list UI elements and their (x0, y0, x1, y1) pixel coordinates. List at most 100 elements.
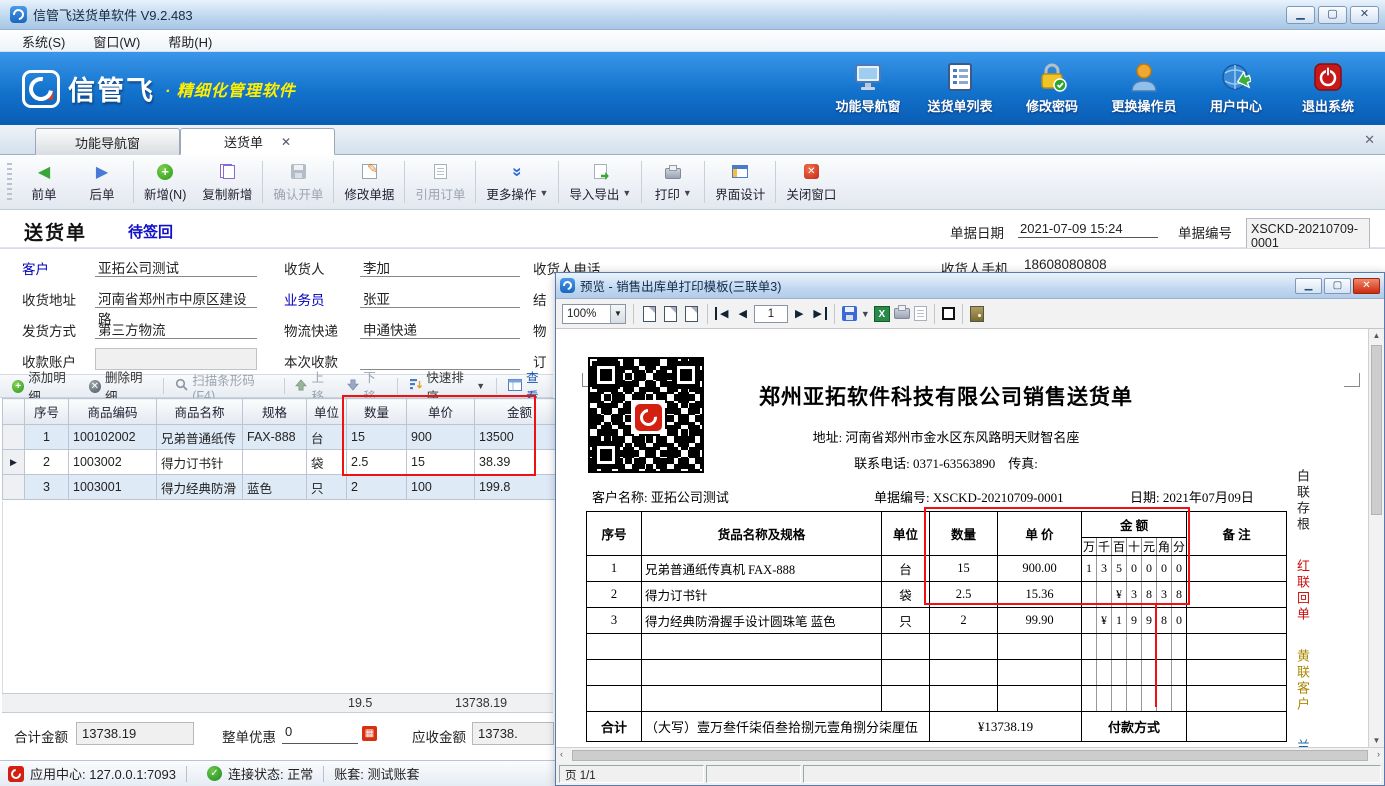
tab-nav-window[interactable]: 功能导航窗 (35, 128, 180, 155)
col-header[interactable]: 规格 (243, 399, 307, 425)
scroll-right-icon[interactable]: › (1377, 749, 1380, 759)
minimize-button[interactable]: ▁ (1286, 6, 1315, 24)
col-header[interactable]: 数量 (347, 399, 407, 425)
tab-delivery-order[interactable]: 送货单 ✕ (180, 128, 335, 155)
close-button[interactable]: ✕ (1350, 6, 1379, 24)
scrollbar-thumb[interactable] (1371, 345, 1382, 515)
cell-code[interactable]: 100102002 (69, 425, 157, 450)
col-header[interactable]: 单价 (407, 399, 475, 425)
preview-horizontal-scrollbar[interactable]: ‹ › (556, 747, 1384, 763)
row-selector[interactable] (3, 425, 25, 450)
col-header[interactable]: 金额 (475, 399, 565, 425)
cell-qty[interactable]: 2.5 (347, 450, 407, 475)
col-header[interactable]: 商品编码 (69, 399, 157, 425)
banner-action-exit[interactable]: 退出系统 (1285, 62, 1371, 115)
scroll-left-icon[interactable]: ‹ (560, 749, 563, 759)
banner-action-operator[interactable]: 更换操作员 (1101, 62, 1187, 115)
grid-row[interactable]: 1 100102002 兄弟普通纸传 FAX-888 台 15 900 1350… (3, 425, 565, 450)
new-button[interactable]: + 新增(N) (136, 160, 194, 205)
banner-action-nav[interactable]: 功能导航窗 (825, 62, 911, 115)
tabbar-close-icon[interactable]: ✕ (1364, 132, 1375, 148)
whole-page-icon[interactable] (643, 306, 656, 322)
ship-method-input[interactable]: 第三方物流 (95, 317, 257, 339)
cell-amount[interactable]: 13500 (475, 425, 565, 450)
preview-minimize-button[interactable]: ▁ (1295, 278, 1322, 294)
tab-close-icon[interactable]: ✕ (281, 135, 291, 149)
scroll-down-icon[interactable]: ▼ (1369, 736, 1384, 745)
cell-qty[interactable]: 2 (347, 475, 407, 500)
grid-row-current[interactable]: ▶ 2 1003002 得力订书针 袋 2.5 15 38.39 (3, 450, 565, 475)
cell-unit[interactable]: 只 (307, 475, 347, 500)
more-actions-button[interactable]: » 更多操作▼ (478, 160, 556, 205)
scrollbar-thumb[interactable] (572, 750, 1368, 761)
customer-input[interactable]: 亚拓公司测试 (95, 255, 257, 277)
preview-close-button[interactable]: ✕ (1353, 278, 1380, 294)
row-selector-current[interactable]: ▶ (3, 450, 25, 475)
cell-spec[interactable]: FAX-888 (243, 425, 307, 450)
col-header[interactable]: 序号 (25, 399, 69, 425)
cell-spec[interactable] (243, 450, 307, 475)
calculator-icon[interactable]: ▦ (362, 726, 377, 741)
first-page-icon[interactable]: ◀ (715, 307, 731, 320)
row-selector[interactable] (3, 475, 25, 500)
menu-system[interactable]: 系统(S) (10, 30, 77, 53)
address-input[interactable]: 河南省郑州市中原区建设路 (95, 286, 257, 308)
cell-unit[interactable]: 台 (307, 425, 347, 450)
col-header[interactable]: 商品名称 (157, 399, 243, 425)
receiver-input[interactable]: 李加 (360, 255, 520, 277)
preview-vertical-scrollbar[interactable]: ▲ ▼ (1368, 329, 1384, 747)
maximize-button[interactable]: ▢ (1318, 6, 1347, 24)
page-number-input[interactable]: 1 (754, 305, 788, 323)
cell-code[interactable]: 1003001 (69, 475, 157, 500)
cell-spec[interactable]: 蓝色 (243, 475, 307, 500)
salesman-input[interactable]: 张亚 (360, 286, 520, 308)
cell-name[interactable]: 得力订书针 (157, 450, 243, 475)
doc-date-input[interactable]: 2021-07-09 15:24 (1018, 220, 1158, 238)
edit-doc-button[interactable]: 修改单据 (336, 160, 402, 205)
discount-input[interactable]: 0 (282, 722, 358, 744)
ui-design-button[interactable]: 界面设计 (707, 160, 773, 205)
banner-action-password[interactable]: 修改密码 (1009, 62, 1095, 115)
excel-export-icon[interactable]: X (874, 306, 890, 322)
cell-index[interactable]: 1 (25, 425, 69, 450)
col-header[interactable]: 单位 (307, 399, 347, 425)
exit-preview-icon[interactable] (970, 306, 984, 322)
prev-page-icon[interactable]: ◀ (735, 307, 749, 320)
cell-amount[interactable]: 199.8 (475, 475, 565, 500)
cell-index[interactable]: 3 (25, 475, 69, 500)
cell-price[interactable]: 100 (407, 475, 475, 500)
page-width-icon[interactable] (664, 306, 677, 322)
dropdown-caret-icon[interactable]: ▼ (861, 309, 870, 319)
last-page-icon[interactable]: ▶ (810, 307, 826, 320)
logistics-input[interactable]: 申通快递 (360, 317, 520, 339)
cell-amount[interactable]: 38.39 (475, 450, 565, 475)
cell-price[interactable]: 900 (407, 425, 475, 450)
cell-name[interactable]: 兄弟普通纸传 (157, 425, 243, 450)
banner-action-list[interactable]: 送货单列表 (917, 62, 1003, 115)
prev-doc-button[interactable]: ◀ 前单 (15, 160, 73, 205)
cell-code[interactable]: 1003002 (69, 450, 157, 475)
stop-icon[interactable] (942, 307, 955, 320)
ref-order-button[interactable]: 引用订单 (407, 160, 473, 205)
preview-print-icon[interactable] (894, 308, 910, 319)
confirm-button[interactable]: 确认开单 (265, 160, 331, 205)
preview-maximize-button[interactable]: ▢ (1324, 278, 1351, 294)
cell-unit[interactable]: 袋 (307, 450, 347, 475)
actual-size-icon[interactable] (685, 306, 698, 322)
cell-name[interactable]: 得力经典防滑 (157, 475, 243, 500)
menu-window[interactable]: 窗口(W) (81, 30, 152, 53)
print-button[interactable]: 打印▼ (644, 160, 702, 205)
cell-price[interactable]: 15 (407, 450, 475, 475)
save-report-icon[interactable] (842, 306, 857, 321)
next-page-icon[interactable]: ▶ (792, 307, 806, 320)
import-export-button[interactable]: 导入导出▼ (561, 160, 639, 205)
scroll-up-icon[interactable]: ▲ (1369, 331, 1384, 340)
cell-index[interactable]: 2 (25, 450, 69, 475)
menu-help[interactable]: 帮助(H) (156, 30, 224, 53)
grid-row[interactable]: 3 1003001 得力经典防滑 蓝色 只 2 100 199.8 (3, 475, 565, 500)
next-doc-button[interactable]: ▶ 后单 (73, 160, 131, 205)
zoom-select[interactable]: 100% ▼ (562, 304, 626, 324)
cell-qty[interactable]: 15 (347, 425, 407, 450)
new-doc-icon[interactable] (914, 306, 927, 321)
dropdown-caret-icon[interactable]: ▼ (610, 305, 625, 323)
